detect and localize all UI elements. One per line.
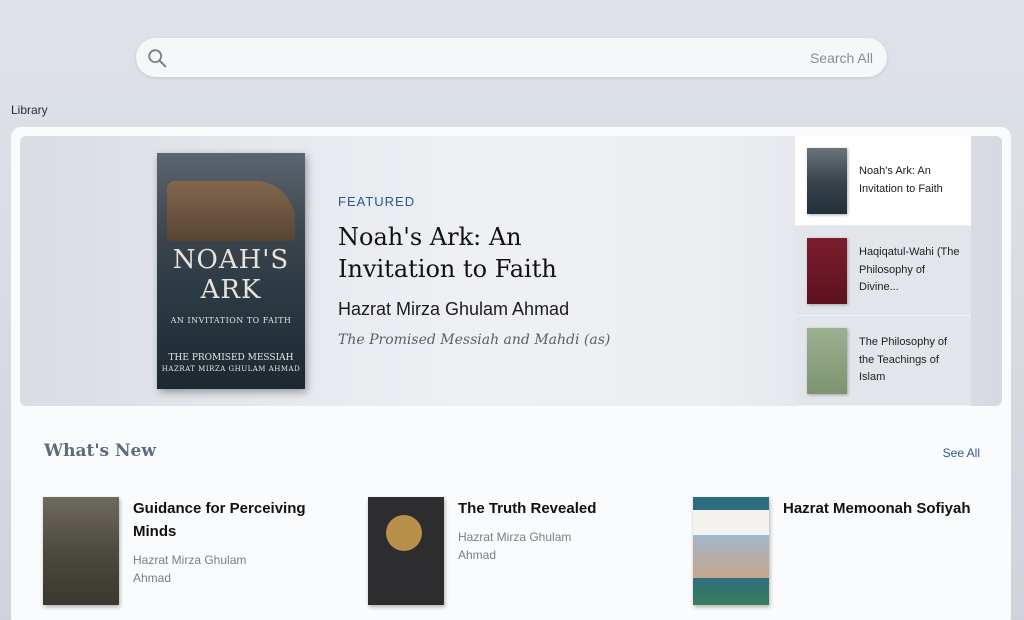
featured-book-cover[interactable]: NOAH'S ARK AN INVITATION TO FAITH THE PR… — [157, 153, 305, 389]
book-cover[interactable] — [368, 497, 444, 605]
cover-ark-illustration — [167, 181, 295, 241]
book-cover[interactable] — [43, 497, 119, 605]
side-item-thumbnail — [807, 237, 847, 304]
featured-side-list: Noah's Ark: An Invitation to Faith Haqiq… — [795, 136, 971, 406]
cover-author-line2: HAZRAT MIRZA GHULAM AHMAD — [161, 365, 301, 373]
cover-title: NOAH'S ARK — [172, 245, 290, 305]
search-icon — [148, 48, 167, 67]
featured-info: FEATURED Noah's Ark: An Invitation to Fa… — [338, 194, 778, 348]
featured-author-title: The Promised Messiah and Mahdi (as) — [338, 332, 611, 348]
search-bar[interactable] — [136, 38, 887, 77]
book-title: The Truth Revealed — [458, 500, 597, 517]
whats-new-heading: What's New — [44, 441, 157, 461]
book-author: Hazrat Mirza Ghulam Ahmad — [458, 530, 572, 562]
new-item-truth-revealed[interactable]: The Truth Revealed Hazrat Mirza Ghulam A… — [368, 497, 658, 605]
book-title: Guidance for Perceiving Minds — [133, 500, 306, 540]
book-author: Hazrat Mirza Ghulam Ahmad — [133, 553, 247, 585]
new-item-guidance[interactable]: Guidance for Perceiving Minds Hazrat Mir… — [43, 497, 333, 605]
side-item-philosophy-of-teachings[interactable]: The Philosophy of the Teachings of Islam — [795, 316, 971, 406]
side-item-label: The Philosophy of the Teachings of Islam — [859, 336, 948, 384]
book-title: Hazrat Memoonah Sofiyah — [783, 500, 971, 517]
see-all-link[interactable]: See All — [943, 446, 980, 460]
side-item-thumbnail — [807, 327, 847, 394]
featured-title[interactable]: Noah's Ark: An Invitation to Faith — [338, 221, 598, 285]
cover-emblem — [386, 515, 422, 551]
cover-author-line1: THE PROMISED MESSIAH — [168, 353, 294, 363]
featured-tag: FEATURED — [338, 194, 416, 209]
side-item-label: Haqiqatul-Wahi (The Philosophy of Divine… — [859, 246, 960, 294]
library-panel: NOAH'S ARK AN INVITATION TO FAITH THE PR… — [11, 127, 1011, 620]
side-item-haqiqatul-wahi[interactable]: Haqiqatul-Wahi (The Philosophy of Divine… — [795, 226, 971, 316]
cover-subtitle: AN INVITATION TO FAITH — [170, 316, 292, 325]
section-label-library: Library — [11, 103, 48, 117]
side-item-thumbnail — [807, 147, 847, 214]
side-item-noahs-ark[interactable]: Noah's Ark: An Invitation to Faith — [795, 136, 971, 226]
featured-banner[interactable]: NOAH'S ARK AN INVITATION TO FAITH THE PR… — [20, 136, 1002, 406]
search-input[interactable] — [168, 49, 873, 66]
featured-author: Hazrat Mirza Ghulam Ahmad — [338, 299, 570, 319]
side-item-label: Noah's Ark: An Invitation to Faith — [859, 165, 943, 195]
new-item-memoonah-sofiyah[interactable]: Hazrat Memoonah Sofiyah — [693, 497, 983, 605]
book-cover[interactable] — [693, 497, 769, 605]
